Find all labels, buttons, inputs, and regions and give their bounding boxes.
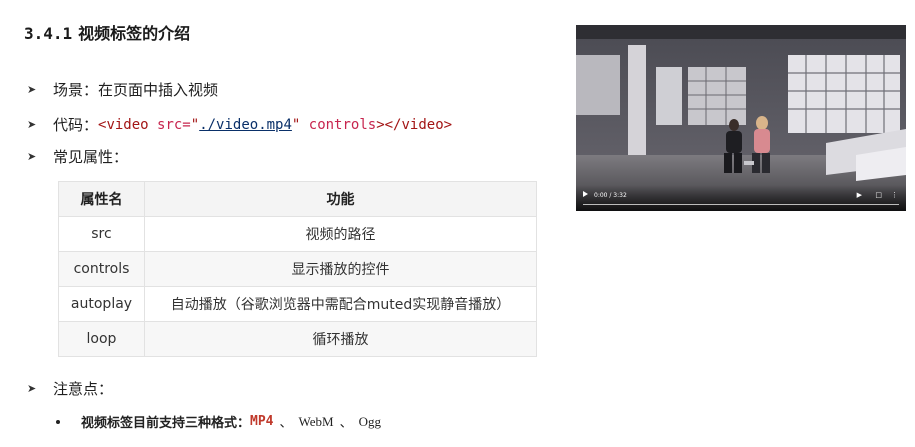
table-header-function: 功能: [144, 181, 537, 217]
video-progress-track[interactable]: [583, 204, 899, 205]
section-title: 3.4.1 视频标签的介绍: [24, 20, 190, 44]
note-text: 视频标签目前支持三种格式：: [81, 416, 251, 431]
attributes-table: 属性名 功能 src 视频的路径 controls 显示播放的控件 autopl…: [58, 181, 537, 357]
code-snippet: <video src="./video.mp4" controls></vide…: [98, 117, 452, 133]
code-close-tag: ></video>: [376, 116, 453, 133]
arrow-bullet-icon: ➤: [27, 118, 37, 131]
video-controls: 0:00 / 3:32 ▶ □ ⋮: [576, 185, 906, 211]
volume-icon[interactable]: ▶: [857, 191, 862, 199]
table-cell-desc: 视频的路径: [144, 216, 537, 252]
note-formats: 视频标签目前支持三种格式： MP4 、 WebM 、 Ogg: [56, 412, 381, 431]
table-row: autoplay 自动播放（谷歌浏览器中需配合muted实现静音播放）: [58, 286, 537, 322]
play-icon[interactable]: [583, 191, 588, 197]
table-row: controls 显示播放的控件: [58, 251, 537, 287]
video-time: 0:00 / 3:32: [594, 192, 627, 199]
format-ogg: Ogg: [358, 413, 381, 429]
video-frame-scene: [576, 25, 906, 211]
table-cell-name: autoplay: [58, 286, 145, 322]
table-cell-name: loop: [58, 321, 145, 357]
code-attr-controls: controls: [300, 116, 377, 133]
table-cell-name: controls: [58, 251, 145, 287]
table-cell-desc: 循环播放: [144, 321, 537, 357]
bullet-attrs: ➤ 常见属性：: [27, 146, 128, 167]
bullet-notes: ➤ 注意点：: [27, 378, 113, 399]
format-mp4: MP4: [250, 414, 274, 429]
bullet-attrs-label: 常见属性：: [53, 148, 129, 166]
arrow-bullet-icon: ➤: [27, 83, 37, 96]
table-cell-desc: 自动播放（谷歌浏览器中需配合muted实现静音播放）: [144, 286, 537, 322]
fullscreen-icon[interactable]: □: [875, 191, 882, 199]
dot-bullet-icon: [56, 419, 60, 424]
code-attr-src: src=: [148, 116, 191, 133]
bullet-scene-text: 在页面中插入视频: [98, 81, 219, 99]
code-open-tag: <video: [98, 116, 149, 133]
bullet-notes-label: 注意点：: [53, 380, 114, 398]
code-quote-open: ": [190, 116, 200, 133]
format-separator: 、: [279, 416, 293, 431]
section-title-text: 视频标签的介绍: [78, 24, 191, 43]
table-row: loop 循环播放: [58, 321, 537, 357]
format-separator: 、: [339, 416, 353, 431]
section-number: 3.4.1: [24, 24, 73, 43]
table-header-name: 属性名: [58, 181, 145, 217]
code-src-value[interactable]: ./video.mp4: [199, 117, 292, 133]
arrow-bullet-icon: ➤: [27, 150, 37, 163]
table-header-row: 属性名 功能: [58, 181, 537, 217]
video-player[interactable]: 0:00 / 3:32 ▶ □ ⋮: [576, 25, 906, 211]
table-row: src 视频的路径: [58, 216, 537, 252]
more-icon[interactable]: ⋮: [891, 191, 898, 199]
format-webm: WebM: [298, 413, 334, 429]
table-cell-name: src: [58, 216, 145, 252]
bullet-code-label: 代码：: [53, 116, 99, 134]
bullet-code: ➤ 代码： <video src="./video.mp4" controls>…: [27, 114, 452, 135]
bullet-scene: ➤ 场景： 在页面中插入视频: [27, 79, 218, 100]
arrow-bullet-icon: ➤: [27, 382, 37, 395]
bullet-scene-label: 场景：: [53, 81, 99, 99]
table-cell-desc: 显示播放的控件: [144, 251, 537, 287]
